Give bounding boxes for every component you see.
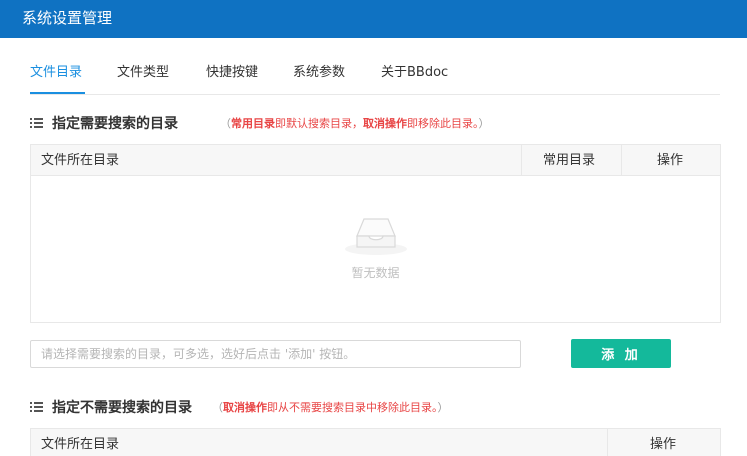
column-header-action: 操作 <box>650 437 677 452</box>
directory-input[interactable] <box>30 340 521 368</box>
column-header-action: 操作 <box>657 153 684 168</box>
tab-file-directory[interactable]: 文件目录 <box>30 64 82 82</box>
search-dirs-table: 文件所在目录 常用目录 操作 暂无数据 <box>30 144 721 323</box>
section-hint: （取消操作即从不需要搜索目录中移除此目录。） <box>212 401 449 414</box>
active-tab-indicator <box>30 92 85 94</box>
column-header-common: 常用目录 <box>543 153 596 168</box>
tab-shortcut-keys[interactable]: 快捷按键 <box>206 64 258 82</box>
add-button[interactable]: 添 加 <box>571 339 671 368</box>
list-icon <box>30 402 43 413</box>
window-title: 系统设置管理 <box>22 9 113 27</box>
section-title: 指定需要搜索的目录 <box>52 116 178 132</box>
table-body: 暂无数据 <box>31 176 720 322</box>
list-icon <box>30 118 43 129</box>
exclude-dirs-table: 文件所在目录 操作 <box>30 428 721 456</box>
column-header-directory: 文件所在目录 <box>41 437 120 452</box>
search-dirs-header: 指定需要搜索的目录 （常用目录即默认搜索目录，取消操作即移除此目录。） <box>30 113 720 135</box>
tab-system-params[interactable]: 系统参数 <box>293 64 345 82</box>
empty-state-text: 暂无数据 <box>351 266 400 280</box>
table-header: 文件所在目录 常用目录 操作 <box>31 145 720 176</box>
empty-inbox-icon <box>345 218 407 255</box>
title-bar: 系统设置管理 <box>0 0 747 38</box>
column-header-directory: 文件所在目录 <box>41 153 120 168</box>
tab-bar: 文件目录 文件类型 快捷按键 系统参数 关于BBdoc <box>30 58 720 95</box>
section-hint: （常用目录即默认搜索目录，取消操作即移除此目录。） <box>220 117 490 130</box>
tab-file-type[interactable]: 文件类型 <box>117 64 169 82</box>
tab-about[interactable]: 关于BBdoc <box>381 64 448 82</box>
table-header: 文件所在目录 操作 <box>31 429 720 456</box>
exclude-dirs-header: 指定不需要搜索的目录 （取消操作即从不需要搜索目录中移除此目录。） <box>30 397 720 419</box>
section-title: 指定不需要搜索的目录 <box>52 400 192 416</box>
